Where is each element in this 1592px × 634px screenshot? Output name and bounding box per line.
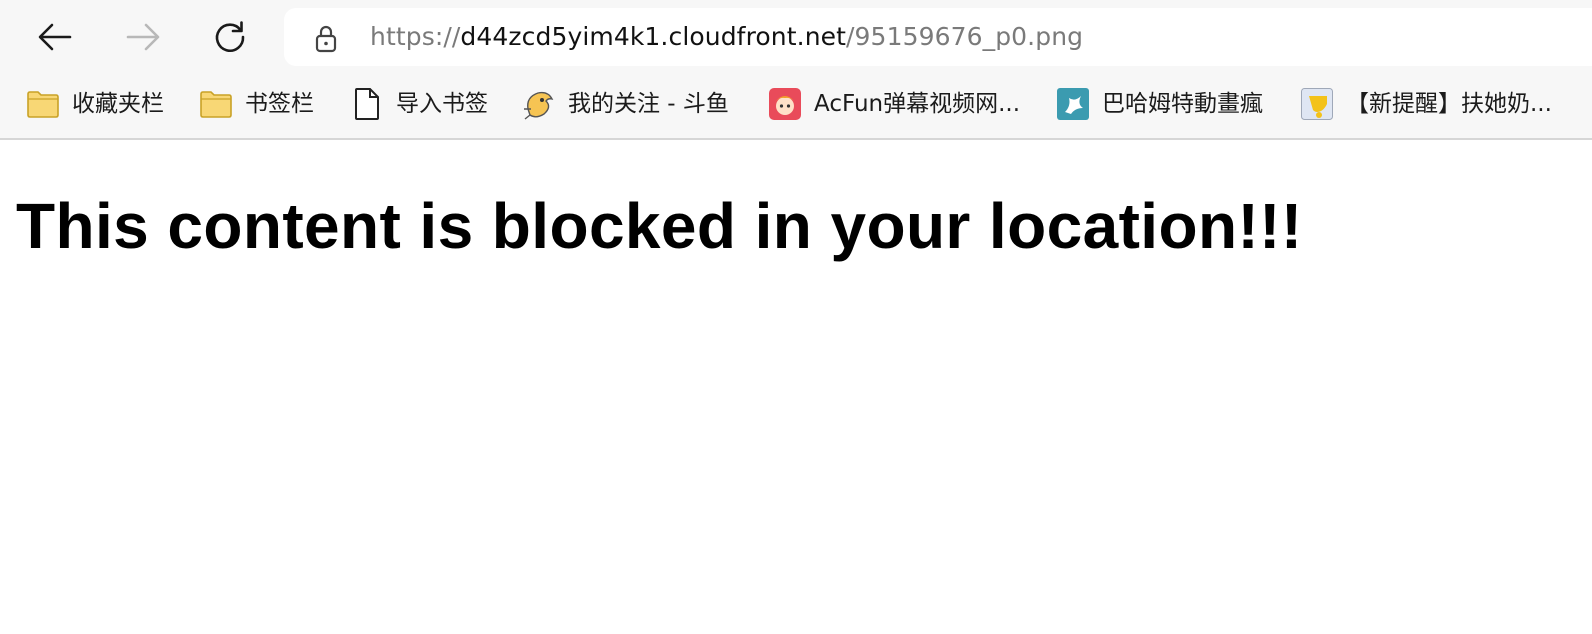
reload-icon	[215, 21, 245, 52]
url-host: d44zcd5yim4k1.cloudfront.net	[460, 22, 847, 51]
bookmark-label: 收藏夹栏	[72, 91, 164, 117]
bookmark-favorites-bar[interactable]: 收藏夹栏	[26, 84, 164, 124]
bookmark-label: AcFun弹幕视频网...	[814, 91, 1021, 117]
bookmark-label: 导入书签	[396, 91, 488, 117]
bookmark-douyu[interactable]: 我的关注 - 斗鱼	[522, 84, 729, 124]
bookmark-label: 巴哈姆特動畫瘋	[1102, 91, 1263, 117]
acfun-icon	[768, 87, 802, 121]
bookmark-label: 【新提醒】扶她奶...	[1346, 91, 1552, 117]
bahamut-icon	[1056, 87, 1090, 121]
lock-icon[interactable]	[311, 23, 341, 53]
douyu-fish-icon	[522, 87, 556, 121]
bookmark-import[interactable]: 导入书签	[350, 84, 488, 124]
arrow-right-icon	[126, 23, 160, 51]
bookmark-bahamut[interactable]: 巴哈姆特動畫瘋	[1056, 84, 1263, 124]
bookmark-bookmarks-bar[interactable]: 书签栏	[199, 84, 314, 124]
page-icon	[350, 87, 384, 121]
site-favicon-icon	[1300, 87, 1334, 121]
folder-icon	[26, 87, 60, 121]
bookmark-label: 书签栏	[245, 91, 314, 117]
url-text[interactable]: https://d44zcd5yim4k1.cloudfront.net/951…	[370, 22, 1083, 52]
forward-button[interactable]	[118, 12, 168, 62]
url-path: /95159676_p0.png	[846, 22, 1084, 51]
bookmark-acfun[interactable]: AcFun弹幕视频网...	[768, 84, 1020, 124]
browser-toolbar: https://d44zcd5yim4k1.cloudfront.net/951…	[0, 0, 1592, 76]
browser-chrome: https://d44zcd5yim4k1.cloudfront.net/951…	[0, 0, 1592, 140]
bookmark-site[interactable]: 【新提醒】扶她奶...	[1300, 84, 1552, 124]
address-bar[interactable]: https://d44zcd5yim4k1.cloudfront.net/951…	[284, 8, 1592, 66]
folder-icon	[199, 87, 233, 121]
bookmarks-bar: 收藏夹栏 书签栏 导入书签 我的关注 - 斗鱼 AcFun弹幕视频网... 巴哈…	[0, 80, 1592, 128]
bookmark-label: 我的关注 - 斗鱼	[568, 91, 729, 117]
arrow-left-icon	[38, 23, 72, 51]
reload-button[interactable]	[205, 12, 255, 62]
page-content: This content is blocked in your location…	[16, 188, 1303, 264]
blocked-message-heading: This content is blocked in your location…	[16, 190, 1303, 262]
back-button[interactable]	[30, 12, 80, 62]
url-scheme: https://	[370, 22, 461, 51]
